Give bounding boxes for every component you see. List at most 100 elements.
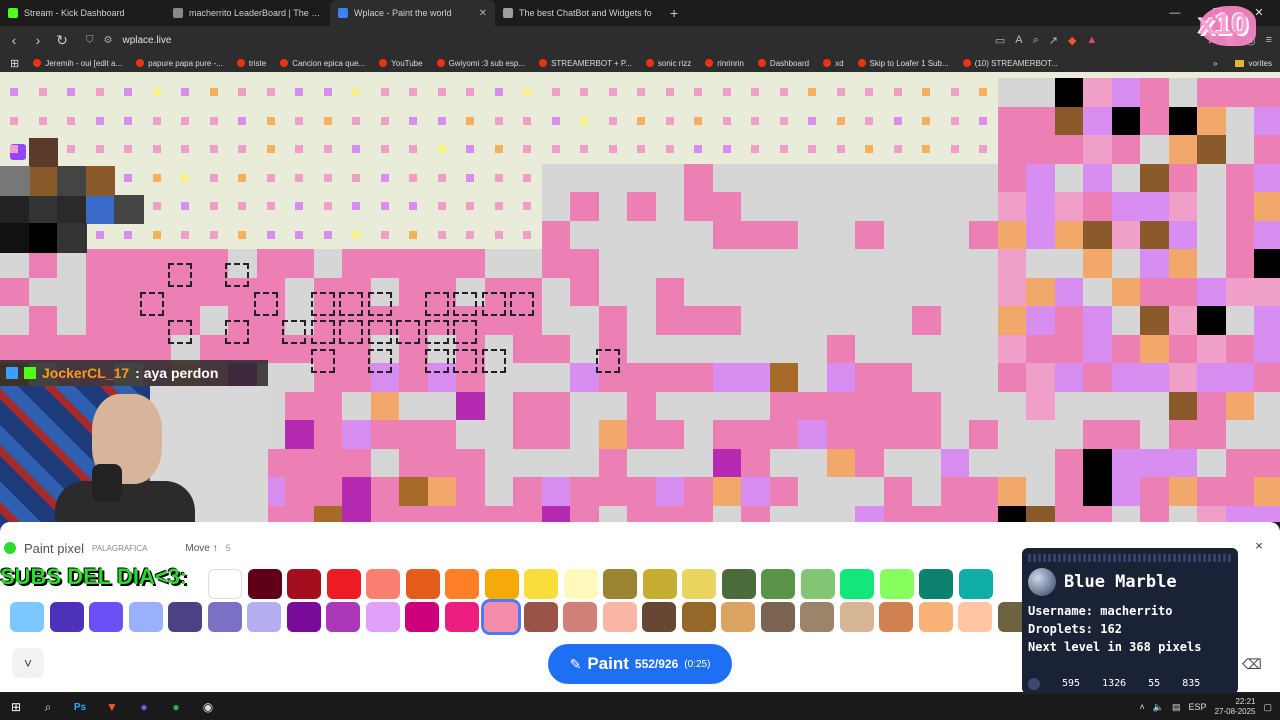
pending-pixel-marker[interactable] [453,320,477,344]
close-panel-button[interactable]: × [1248,535,1270,557]
pending-pixel-marker[interactable] [595,348,620,373]
volume-icon[interactable]: 🔈 [1153,702,1164,713]
palette-color[interactable] [326,569,361,599]
bookmark-item[interactable]: (10) STREAMERBOT... [962,59,1058,68]
palette-color[interactable] [326,602,360,632]
palette-color[interactable] [919,569,953,599]
palette-color[interactable] [10,602,44,632]
bookmark-item[interactable]: Cancion epica que... [280,59,365,68]
palette-color[interactable] [721,569,756,599]
palette-color[interactable] [366,569,400,599]
palette-color[interactable] [800,569,835,599]
palette-color[interactable] [682,569,716,599]
pending-pixel-marker[interactable] [310,320,335,344]
bookmark-item[interactable]: YouTube [379,59,423,68]
pending-pixel-marker[interactable] [453,348,477,373]
brave-icon[interactable]: ▼ [96,700,128,714]
palette-color[interactable] [523,602,558,632]
bookmark-item[interactable]: triste [236,59,266,68]
spotify-icon[interactable]: ● [160,700,192,714]
notification-icon[interactable]: ▢ [1263,702,1272,713]
pending-pixel-marker[interactable] [168,263,192,287]
coord-px[interactable]: 55 [1148,678,1160,690]
clock[interactable]: 22:21 27-08-2025 [1215,697,1256,717]
palette-color[interactable] [642,569,677,599]
pending-pixel-marker[interactable] [339,291,363,316]
palette-color[interactable] [49,602,84,632]
collapse-button[interactable]: ˅ [12,648,44,678]
palette-color[interactable] [681,602,716,632]
pin-icon[interactable] [1028,678,1040,690]
search-icon[interactable]: ⌕ [32,700,64,715]
other-bookmarks[interactable]: vorites [1235,59,1272,68]
network-icon[interactable]: ▤ [1172,702,1181,713]
palette-color[interactable] [958,569,993,599]
bookmark-icon[interactable]: ⛉ [86,35,94,46]
pending-pixel-marker[interactable] [424,348,449,373]
tab-2[interactable]: Wplace - Paint the world ✕ [330,0,495,26]
palette-color[interactable] [602,602,637,632]
menu-icon[interactable]: ≡ [1266,34,1272,46]
pending-pixel-marker[interactable] [424,320,449,344]
palette-color[interactable] [563,569,598,599]
screen-icon[interactable]: ▭ [995,34,1005,47]
pending-pixel-marker[interactable] [339,320,363,344]
palette-color[interactable] [761,569,795,599]
palette-color[interactable] [524,569,558,599]
palette-color[interactable] [484,569,519,599]
bookmark-item[interactable]: papure papa pure -... [136,59,223,68]
pending-pixel-marker[interactable] [282,320,306,344]
palette-color[interactable] [879,569,914,599]
close-tab-icon[interactable]: ✕ [479,8,487,19]
palette-color[interactable] [879,602,913,632]
palette-color[interactable] [208,569,242,599]
palette-color[interactable] [405,602,439,632]
pending-pixel-marker[interactable] [367,291,392,316]
share-icon[interactable]: ↗ [1049,34,1058,47]
coord-ty[interactable]: 1326 [1102,678,1126,690]
url-field[interactable]: ⛉ ⚙ wplace.live [86,35,171,46]
pending-pixel-marker[interactable] [253,291,278,316]
rewards-icon[interactable]: ▲ [1086,34,1097,46]
paint-button[interactable]: ✎ Paint 552/926 (0:25) [548,644,732,684]
bookmark-item[interactable]: xd [823,59,844,68]
palette-color[interactable] [89,602,123,632]
tab-3[interactable]: The best ChatBot and Widgets fo [495,0,660,26]
pending-pixel-marker[interactable] [139,291,164,316]
bookmark-item[interactable]: STREAMERBOT + P... [539,59,632,68]
more-bookmarks-icon[interactable]: » [1213,59,1217,68]
new-tab-button[interactable]: + [660,5,688,21]
palette-color[interactable] [760,602,795,632]
zoom-icon[interactable]: ⌕ [1033,34,1039,47]
pending-pixel-marker[interactable] [225,320,249,344]
chevron-up-icon[interactable]: ˄ [1140,702,1145,712]
palette-color[interactable] [563,602,597,632]
pending-pixel-marker[interactable] [396,320,420,344]
palette-color[interactable] [168,602,202,632]
tab-0[interactable]: Stream - Kick Dashboard [0,0,165,26]
pending-pixel-marker[interactable] [168,320,192,344]
photoshop-icon[interactable]: Ps [64,702,96,713]
pending-pixel-marker[interactable] [225,263,249,287]
language-indicator[interactable]: ESP [1189,702,1207,712]
bookmark-item[interactable]: rinrinrin [705,59,744,68]
pending-pixel-marker[interactable] [367,320,392,344]
palette-color[interactable] [642,602,676,632]
windows-start-icon[interactable]: ⊞ [0,700,32,714]
pending-pixel-marker[interactable] [481,291,506,316]
palette-color[interactable] [444,602,479,632]
coord-tx[interactable]: 595 [1062,678,1080,690]
palette-color[interactable] [445,569,479,599]
obs-icon[interactable]: ◉ [192,700,224,714]
palette-color[interactable] [247,602,281,632]
palette-color[interactable] [839,602,874,632]
palette-color[interactable] [918,602,953,632]
bookmark-item[interactable]: Gwiyomi :3 sub esp... [436,59,525,68]
palette-color[interactable] [840,569,874,599]
palette-color[interactable] [247,569,282,599]
minimize-icon[interactable]: — [1154,0,1196,26]
translate-icon[interactable]: A [1015,34,1022,46]
back-icon[interactable]: ‹ [4,32,24,48]
palette-color[interactable] [958,602,992,632]
palette-color[interactable] [603,569,637,599]
